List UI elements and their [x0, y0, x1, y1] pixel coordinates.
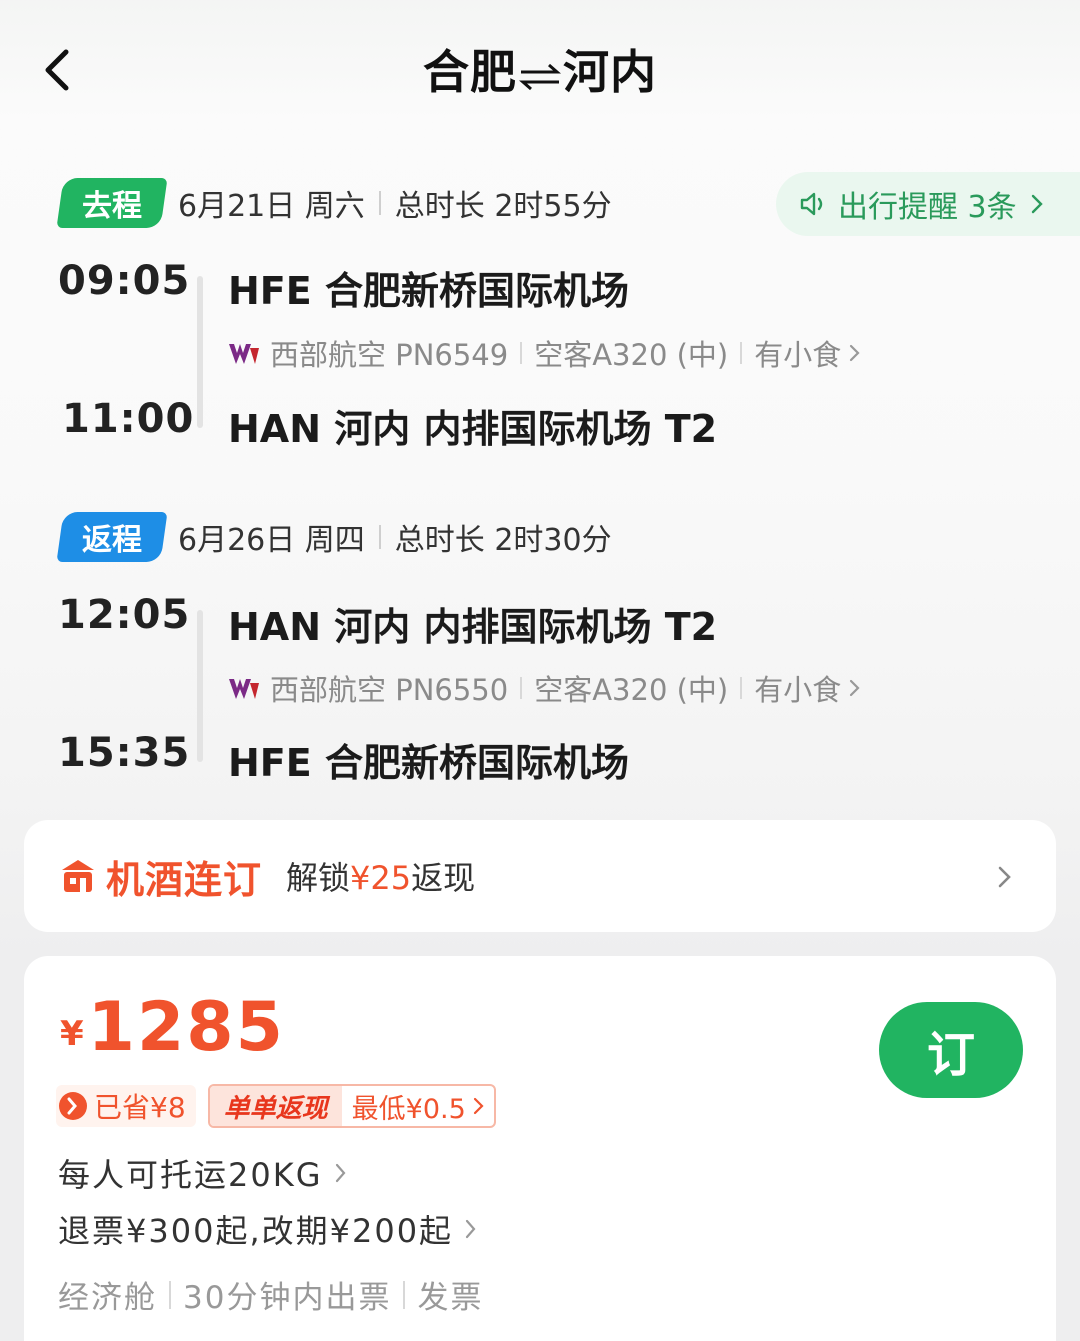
outbound-header: 去程 6月21日 周六 总时长 2时55分 [56, 178, 612, 228]
flight-hotel-package-card[interactable]: 机酒连订 解锁¥25返现 [24, 820, 1056, 932]
cashback-badge[interactable]: 单单返现 最低¥0.5 [207, 1084, 496, 1128]
outbound-depart-airport: HFE 合肥新桥国际机场 [228, 269, 629, 313]
price: ¥ 1285 [60, 992, 285, 1064]
return-duration: 总时长 2时30分 [394, 523, 612, 558]
chevron-right-icon [998, 866, 1011, 888]
package-title: 机酒连订 [106, 857, 263, 902]
return-tag: 返程 [56, 512, 168, 562]
return-depart-airport: HAN 河内 内排国际机场 T2 [228, 605, 718, 649]
ticket-meta: 经济舱 30分钟内出票 发票 [58, 1272, 483, 1317]
chevron-right-icon [1031, 194, 1043, 214]
return-flight-info[interactable]: 西部航空 PN6550 空客A320 (中) 有小食 [228, 667, 863, 709]
return-header: 返程 6月26日 周四 总时长 2时30分 [56, 512, 612, 562]
price-card: ¥ 1285 订 已省¥8 单单返现 最低¥0.5 每人可托运20KG 退票¥3… [24, 956, 1056, 1341]
cashback-min: 最低¥0.5 [342, 1087, 494, 1126]
refund-change-policy[interactable]: 退票¥300起,改期¥200起 [58, 1206, 479, 1252]
return-airline: 西部航空 PN6550 [270, 673, 509, 707]
speaker-icon [800, 192, 823, 216]
reminder-label: 出行提醒 3条 [838, 190, 1017, 225]
return-depart-time: 12:05 [58, 592, 191, 638]
cashback-label: 单单返现 [209, 1086, 342, 1126]
west-air-logo-icon [229, 679, 259, 699]
saved-badge: 已省¥8 [56, 1085, 196, 1127]
outbound-arrive-airport: HAN 河内 内排国际机场 T2 [228, 407, 718, 451]
divider [403, 1280, 406, 1309]
header: 合肥 河内 [0, 0, 1080, 140]
outbound-tag: 去程 [56, 178, 168, 228]
round-trip-arrows-icon [517, 49, 563, 103]
discount-badges: 已省¥8 单单返现 最低¥0.5 [56, 1084, 496, 1128]
ticketing-time: 30分钟内出票 [183, 1280, 392, 1316]
outbound-aircraft: 空客A320 (中) [534, 338, 729, 372]
outbound-depart-time: 09:05 [58, 258, 191, 304]
return-arrive-time: 15:35 [58, 730, 191, 776]
divider [740, 342, 743, 364]
invoice: 发票 [417, 1280, 484, 1316]
hotel-icon [62, 860, 94, 892]
outbound-date: 6月21日 周六 [178, 189, 365, 224]
chevron-right-icon [473, 1097, 484, 1115]
outbound-flight-info[interactable]: 西部航空 PN6549 空客A320 (中) 有小食 [228, 332, 863, 374]
divider [378, 191, 381, 215]
divider [520, 677, 523, 699]
baggage-allowance[interactable]: 每人可托运20KG [58, 1150, 349, 1196]
title-destination: 河内 [563, 45, 657, 99]
west-air-logo-icon [229, 344, 259, 364]
return-arrive-airport: HFE 合肥新桥国际机场 [228, 741, 629, 785]
cabin-class: 经济舱 [58, 1280, 157, 1316]
outbound-arrive-time: 11:00 [62, 396, 195, 442]
return-meal: 有小食 [754, 673, 842, 707]
divider [520, 342, 523, 364]
page-title: 合肥 河内 [0, 36, 1080, 103]
divider [169, 1280, 171, 1309]
divider [378, 525, 381, 549]
book-button[interactable]: 订 [879, 1002, 1023, 1098]
chevron-right-icon [850, 344, 860, 362]
travel-reminder-button[interactable]: 出行提醒 3条 [776, 172, 1080, 236]
discount-coin-icon [59, 1092, 87, 1120]
return-aircraft: 空客A320 (中) [534, 673, 729, 707]
return-timeline [197, 610, 203, 762]
title-origin: 合肥 [423, 45, 517, 99]
outbound-airline: 西部航空 PN6549 [270, 338, 509, 372]
cashback-amount: ¥25 [350, 859, 412, 897]
chevron-right-icon [850, 679, 860, 697]
divider [740, 677, 743, 699]
price-amount: 1285 [87, 988, 285, 1067]
chevron-right-icon [335, 1163, 345, 1183]
chevron-right-icon [465, 1219, 476, 1239]
currency-symbol: ¥ [60, 1014, 84, 1054]
outbound-duration: 总时长 2时55分 [394, 189, 612, 224]
return-date: 6月26日 周四 [178, 523, 365, 558]
outbound-timeline [197, 276, 203, 428]
package-subtitle: 解锁¥25返现 [286, 859, 476, 897]
outbound-meal: 有小食 [754, 338, 842, 372]
